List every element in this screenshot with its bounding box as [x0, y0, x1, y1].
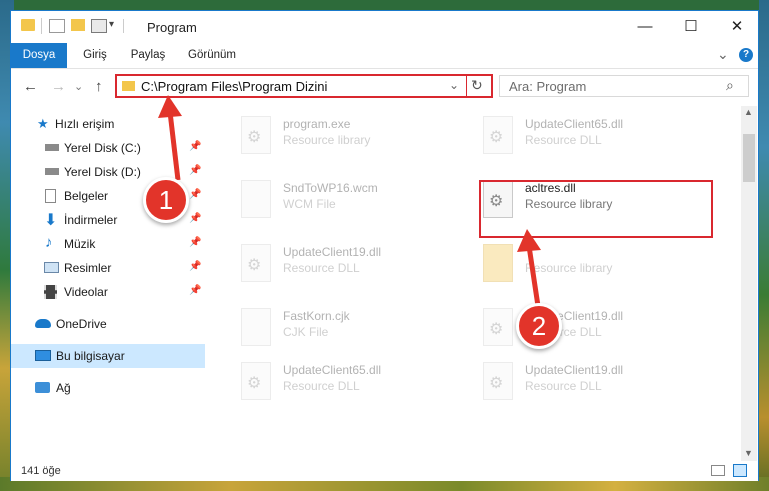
- arrow-1-shaft: [167, 111, 181, 181]
- step-badge-1: 1: [143, 177, 189, 223]
- step-badge-2: 2: [516, 303, 562, 349]
- arrow-1-head: [158, 95, 182, 118]
- arrow-2-shaft: [526, 245, 541, 307]
- annotation-arrows: [158, 95, 541, 307]
- arrow-2-head: [517, 229, 541, 252]
